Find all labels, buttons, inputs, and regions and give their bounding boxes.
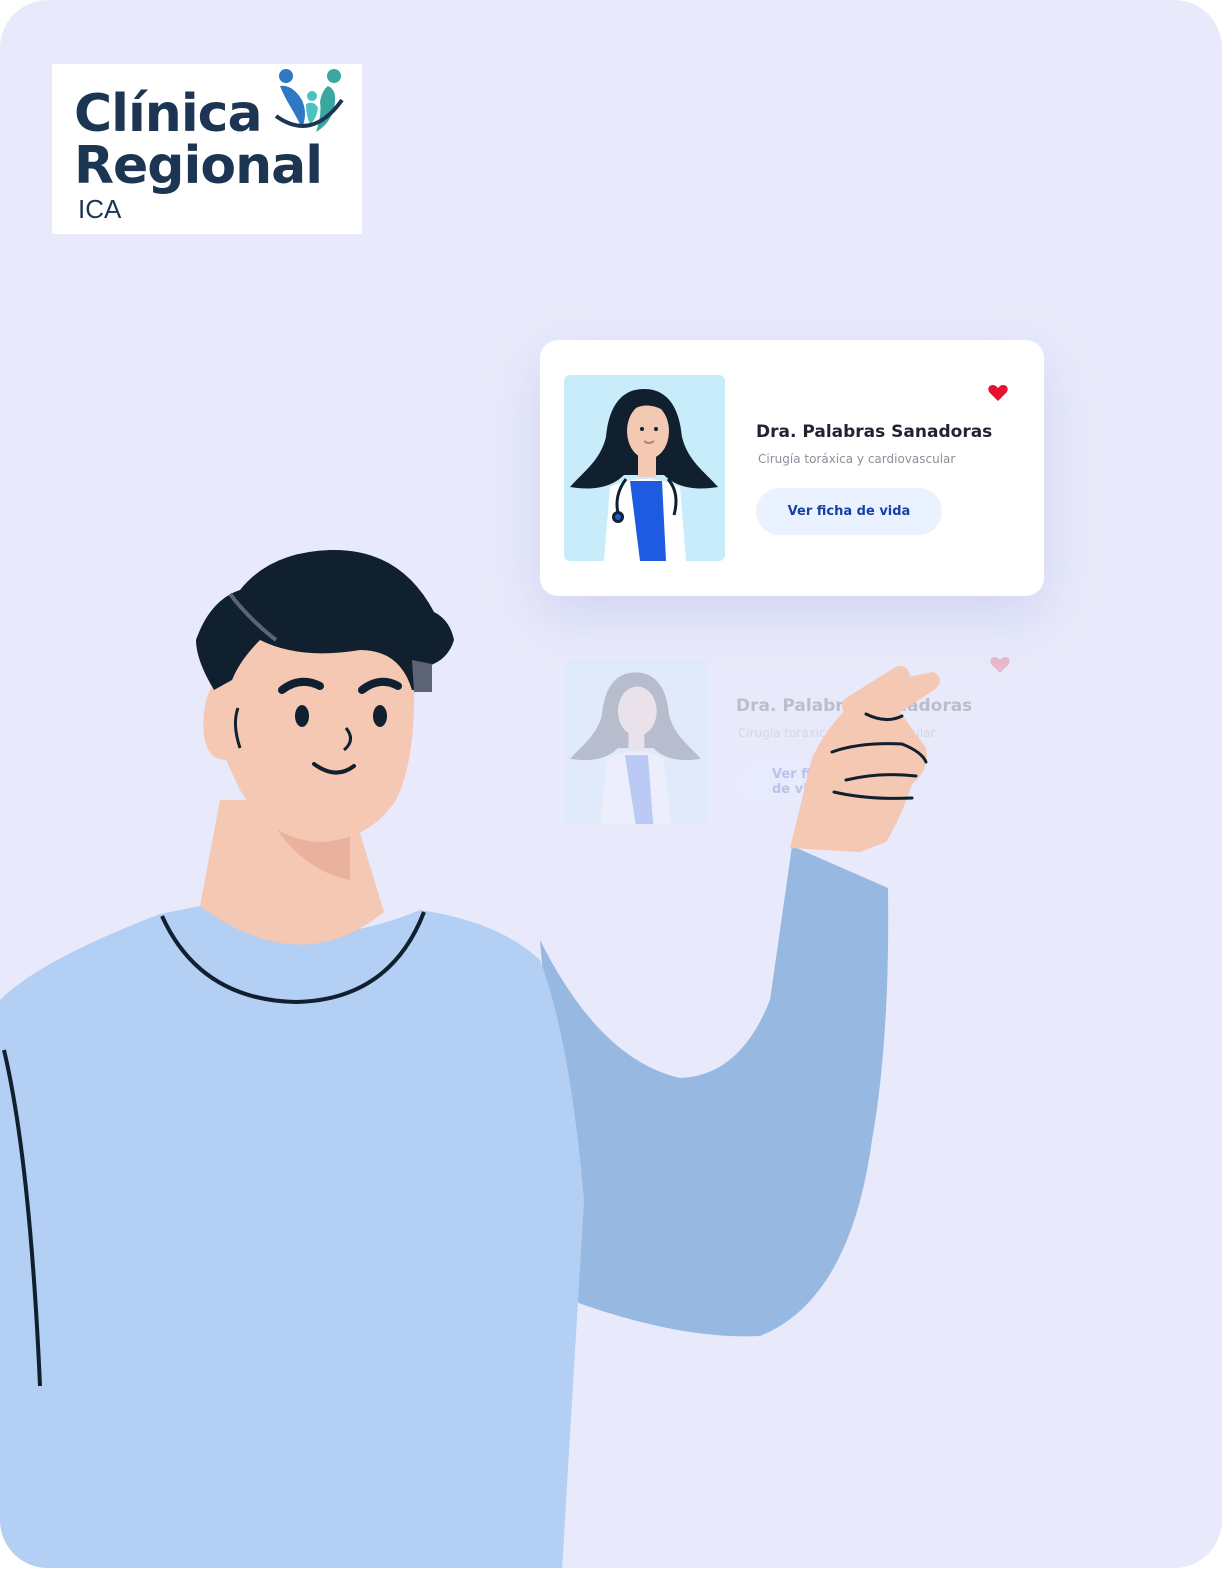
- logo-line-1: Clínica: [74, 84, 263, 144]
- doctor-avatar: [564, 375, 725, 561]
- heart-icon[interactable]: [988, 384, 1008, 402]
- hero-panel: Clínica Regional ICA Dra. Palabras Sanad…: [0, 0, 1222, 1568]
- logo-line-3: ICA: [78, 194, 122, 224]
- man-pointing-illustration: [0, 549, 940, 1568]
- doctor-specialty: Cirugía toráxica y cardiovascular: [758, 452, 956, 466]
- clinic-logo: Clínica Regional ICA: [52, 64, 362, 234]
- view-profile-button[interactable]: Ver ficha de vida: [756, 488, 942, 535]
- doctor-name: Dra. Palabras Sanadoras: [756, 422, 993, 442]
- clinic-emblem-icon: [274, 69, 344, 132]
